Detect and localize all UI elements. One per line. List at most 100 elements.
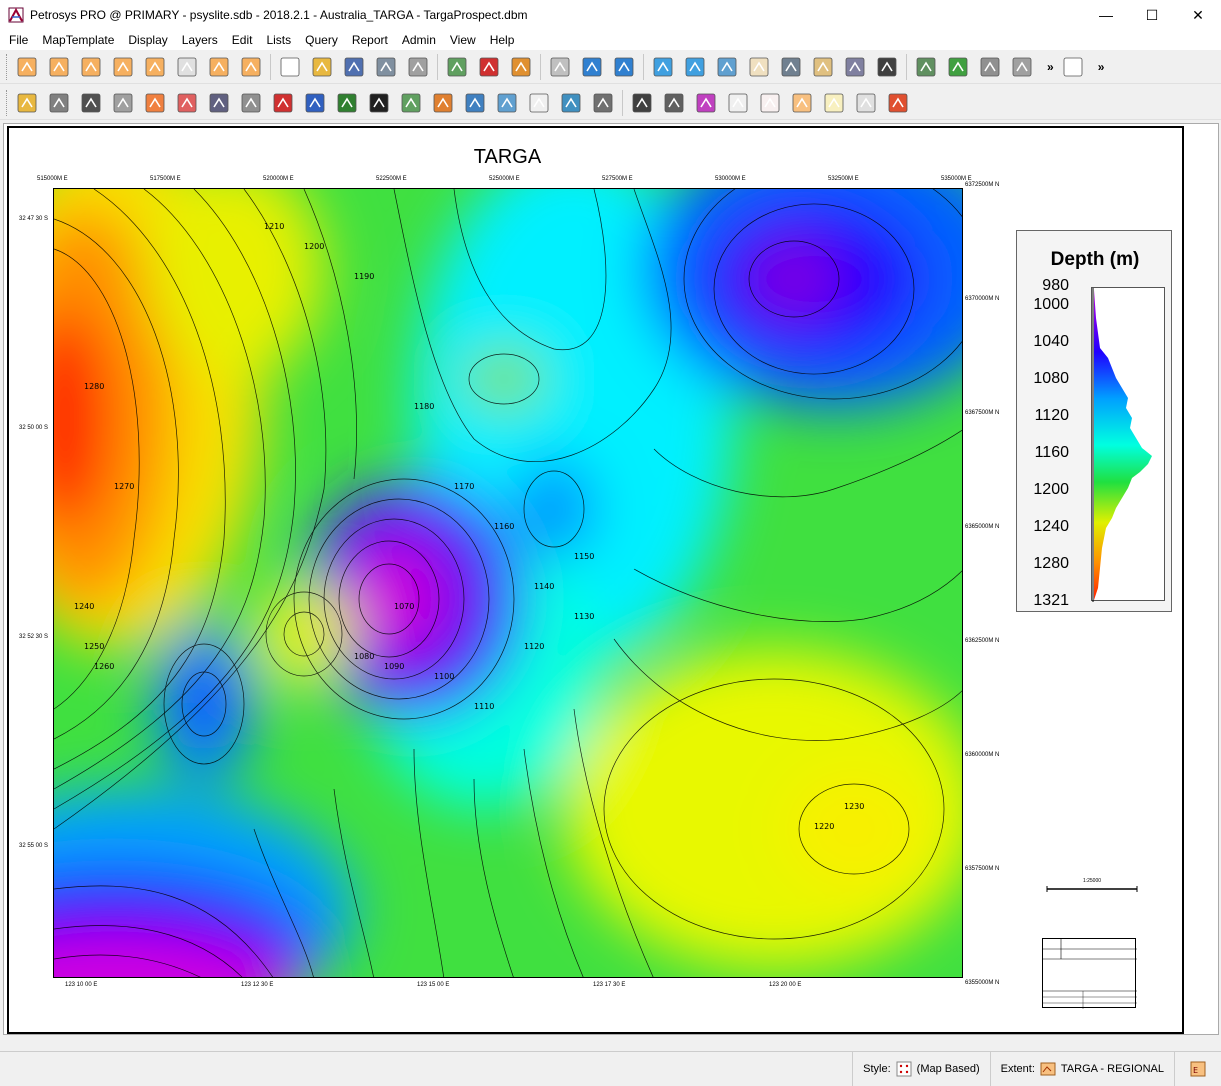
legend-tick-label: 1040: [1033, 333, 1069, 350]
maximize-button[interactable]: ☐: [1129, 0, 1175, 30]
e-icon: [369, 93, 389, 112]
map-select-button[interactable]: [174, 54, 200, 80]
clipboard-button[interactable]: [810, 54, 836, 80]
layer-button[interactable]: [874, 54, 900, 80]
zoom-in-button[interactable]: [650, 54, 676, 80]
fault-button[interactable]: [78, 90, 104, 116]
import-button[interactable]: [462, 90, 488, 116]
zoom-out-icon: [685, 57, 705, 76]
color-mesh-button[interactable]: [174, 90, 200, 116]
text-block-button[interactable]: [725, 90, 751, 116]
table-button[interactable]: [334, 90, 360, 116]
menu-admin[interactable]: Admin: [395, 30, 443, 50]
close-button[interactable]: ✕: [1175, 0, 1221, 30]
new-file-button[interactable]: [277, 54, 303, 80]
server-button[interactable]: [405, 54, 431, 80]
frame-button[interactable]: [885, 90, 911, 116]
layer-toolbar: [0, 86, 1221, 120]
map-edit2-button[interactable]: [206, 54, 232, 80]
export-button[interactable]: [444, 54, 470, 80]
contour-label: 1280: [84, 382, 104, 391]
pdf-button[interactable]: [476, 54, 502, 80]
well-icon: [49, 93, 69, 112]
menu-view[interactable]: View: [443, 30, 483, 50]
menu-edit[interactable]: Edit: [225, 30, 260, 50]
hash-button[interactable]: [590, 90, 616, 116]
toolbar-grip[interactable]: [6, 53, 9, 80]
toolbar-grip[interactable]: [6, 89, 9, 116]
easting-label: 527500M E: [602, 176, 633, 182]
pie-button[interactable]: [430, 90, 456, 116]
menu-display[interactable]: Display: [121, 30, 174, 50]
menu-help[interactable]: Help: [483, 30, 522, 50]
server-icon: [408, 57, 428, 76]
map-plus100-button[interactable]: [110, 54, 136, 80]
grid-lines-button[interactable]: [206, 90, 232, 116]
list-button[interactable]: [913, 54, 939, 80]
redo-button[interactable]: [977, 54, 1003, 80]
depth-contour-map[interactable]: 1210 1200 1190 1180 1170 1160 1150 1140 1130 1120…: [53, 188, 963, 978]
grid-diamond-button[interactable]: [110, 90, 136, 116]
toolbar-overflow-button-2[interactable]: »: [1098, 60, 1105, 74]
save-button[interactable]: [341, 54, 367, 80]
scale-button[interactable]: [661, 90, 687, 116]
rect-button[interactable]: [789, 90, 815, 116]
map-draw-button[interactable]: [238, 54, 264, 80]
print-button[interactable]: [373, 54, 399, 80]
color-grid-button[interactable]: [142, 90, 168, 116]
status-settings[interactable]: E: [1174, 1051, 1221, 1086]
arrow-button[interactable]: [270, 90, 296, 116]
map-plus10-button[interactable]: [78, 54, 104, 80]
undo-button[interactable]: [945, 54, 971, 80]
save-icon: [344, 57, 364, 76]
add-layer-button[interactable]: [14, 90, 40, 116]
redo-map-button[interactable]: [611, 54, 637, 80]
settings-button[interactable]: [1009, 54, 1035, 80]
map-zoom-button[interactable]: [46, 54, 72, 80]
horizontal-scrollbar[interactable]: [0, 1036, 1221, 1051]
menu-report[interactable]: Report: [345, 30, 395, 50]
menu-lists[interactable]: Lists: [259, 30, 298, 50]
contour-button[interactable]: [238, 90, 264, 116]
pan-hand-button[interactable]: [746, 54, 772, 80]
dots-button[interactable]: [757, 90, 783, 116]
undo-map-button[interactable]: [579, 54, 605, 80]
panel-button[interactable]: [853, 90, 879, 116]
well-button[interactable]: [46, 90, 72, 116]
north-arrow-button[interactable]: [629, 90, 655, 116]
points-button[interactable]: [821, 90, 847, 116]
frame-icon: [888, 93, 908, 112]
new-document-button[interactable]: [1060, 54, 1086, 80]
longitude-label: 123 10 00 E: [65, 982, 98, 988]
globe-button[interactable]: [302, 90, 328, 116]
export-image-button[interactable]: [508, 54, 534, 80]
histogram-graphic: [1092, 288, 1152, 602]
open-folder-button[interactable]: [309, 54, 335, 80]
menu-layers[interactable]: Layers: [175, 30, 225, 50]
e-button[interactable]: [366, 90, 392, 116]
color-legend-button[interactable]: [693, 90, 719, 116]
map-edit-button[interactable]: [14, 54, 40, 80]
contour-label: 1070: [394, 602, 414, 611]
polygon-button[interactable]: [398, 90, 424, 116]
menu-file[interactable]: File: [2, 30, 35, 50]
layout-button[interactable]: [558, 90, 584, 116]
camera-button[interactable]: [778, 54, 804, 80]
zoom-out-button[interactable]: [682, 54, 708, 80]
menu-query[interactable]: Query: [298, 30, 345, 50]
ruler-button[interactable]: [842, 54, 868, 80]
legend-tick-label: 980: [1042, 277, 1069, 294]
doc-button[interactable]: [526, 90, 552, 116]
contour-label: 1220: [814, 822, 834, 831]
map-canvas[interactable]: TARGA 515000M E 517500M E 520000M E 522500M…: [3, 123, 1219, 1035]
image-button[interactable]: [494, 90, 520, 116]
map-pan-button[interactable]: [142, 54, 168, 80]
menu-maptemplate[interactable]: MapTemplate: [35, 30, 121, 50]
minimize-button[interactable]: —: [1083, 0, 1129, 30]
extent-status[interactable]: Extent: TARGA - REGIONAL: [989, 1051, 1174, 1086]
polygon-icon: [401, 93, 421, 112]
style-status[interactable]: Style: (Map Based): [852, 1051, 990, 1086]
toolbar-overflow-button[interactable]: »: [1047, 60, 1054, 74]
zoom-extents-button[interactable]: [714, 54, 740, 80]
stop-button[interactable]: [547, 54, 573, 80]
